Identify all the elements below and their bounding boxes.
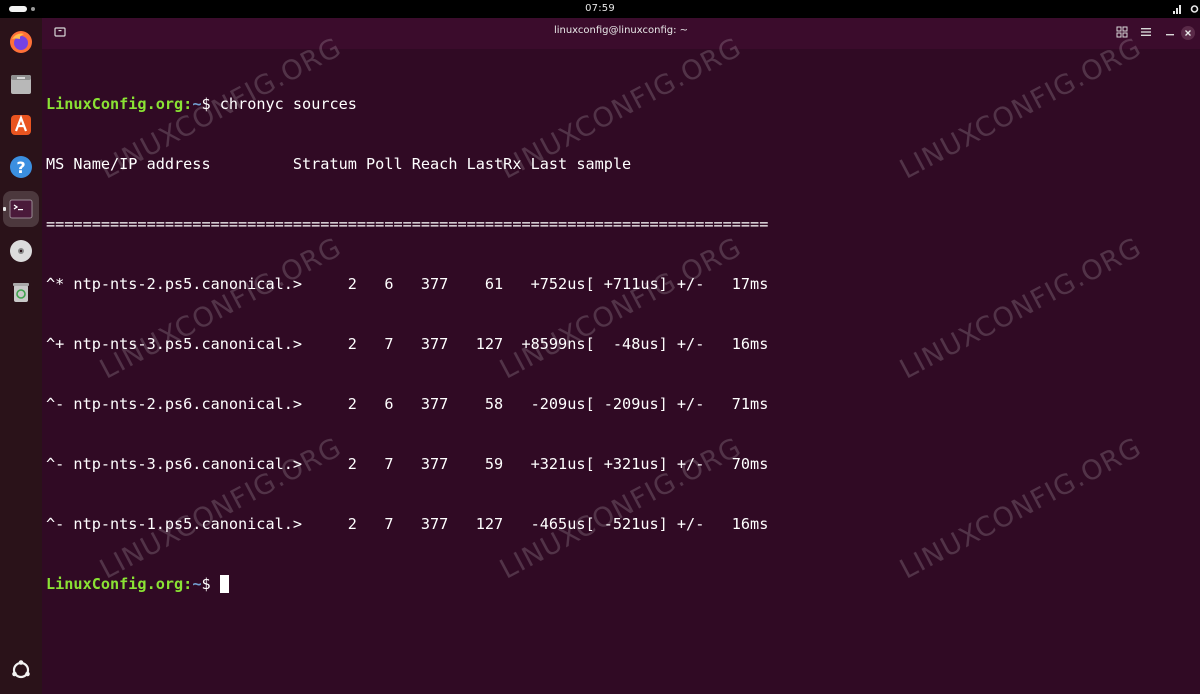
dock: ?	[0, 18, 42, 694]
app-center-icon	[11, 114, 31, 135]
dock-item-terminal[interactable]	[3, 191, 39, 227]
prompt-suffix: $	[201, 575, 220, 593]
firefox-icon	[10, 31, 32, 53]
disc-icon	[10, 240, 32, 262]
window-title: linuxconfig@linuxconfig: ~	[553, 25, 689, 36]
dock-item-trash[interactable]	[3, 274, 39, 310]
running-indicator	[3, 207, 6, 211]
header-bar[interactable]: linuxconfig@linuxconfig: ~	[42, 18, 1200, 49]
top-bar: 07:59	[0, 0, 1200, 18]
active-prompt-line: LinuxConfig.org:~$	[46, 574, 1196, 594]
layout-icon[interactable]	[1114, 25, 1130, 39]
dock-item-disc[interactable]	[3, 233, 39, 269]
command-text: chronyc sources	[219, 95, 357, 113]
output-row: ^- ntp-nts-2.ps6.canonical.> 2 6 377 58 …	[46, 395, 769, 413]
dock-item-files[interactable]	[3, 66, 39, 102]
output-row: ^* ntp-nts-2.ps5.canonical.> 2 6 377 61 …	[46, 275, 769, 293]
text-cursor	[219, 575, 229, 593]
terminal-output[interactable]: LinuxConfig.org:~$ chronyc sources MS Na…	[46, 54, 1196, 690]
output-header: MS Name/IP address Stratum Poll Reach La…	[46, 155, 632, 173]
minimize-icon[interactable]	[1162, 25, 1178, 39]
prompt-suffix: $	[201, 95, 220, 113]
dock-item-app-center[interactable]	[3, 107, 39, 143]
output-row: ^+ ntp-nts-3.ps5.canonical.> 2 7 377 127…	[46, 335, 769, 353]
command-line: LinuxConfig.org:~$ chronyc sources	[46, 95, 357, 113]
terminal-icon	[9, 199, 33, 219]
help-icon: ?	[10, 156, 32, 178]
trash-icon	[13, 283, 29, 302]
svg-text:?: ?	[16, 158, 25, 177]
output-row: ^- ntp-nts-1.ps5.canonical.> 2 7 377 127…	[46, 515, 769, 533]
dock-item-help[interactable]: ?	[3, 149, 39, 185]
close-icon[interactable]	[1181, 26, 1195, 40]
dock-item-firefox[interactable]	[3, 24, 39, 60]
terminal-window: linuxconfig@linuxconfig: ~ LinuxConfig.o…	[42, 18, 1200, 694]
ubuntu-logo-icon[interactable]	[9, 658, 33, 682]
output-separator: ========================================…	[46, 215, 769, 233]
clock[interactable]: 07:59	[0, 0, 1200, 18]
files-icon	[11, 75, 31, 94]
prompt-host: LinuxConfig.org	[46, 95, 184, 113]
output-row: ^- ntp-nts-3.ps6.canonical.> 2 7 377 59 …	[46, 455, 769, 473]
settings-icon[interactable]	[1189, 0, 1200, 18]
prompt-host: LinuxConfig.org	[46, 575, 184, 593]
menu-icon[interactable]	[1138, 25, 1154, 39]
network-icon[interactable]	[1172, 0, 1182, 18]
